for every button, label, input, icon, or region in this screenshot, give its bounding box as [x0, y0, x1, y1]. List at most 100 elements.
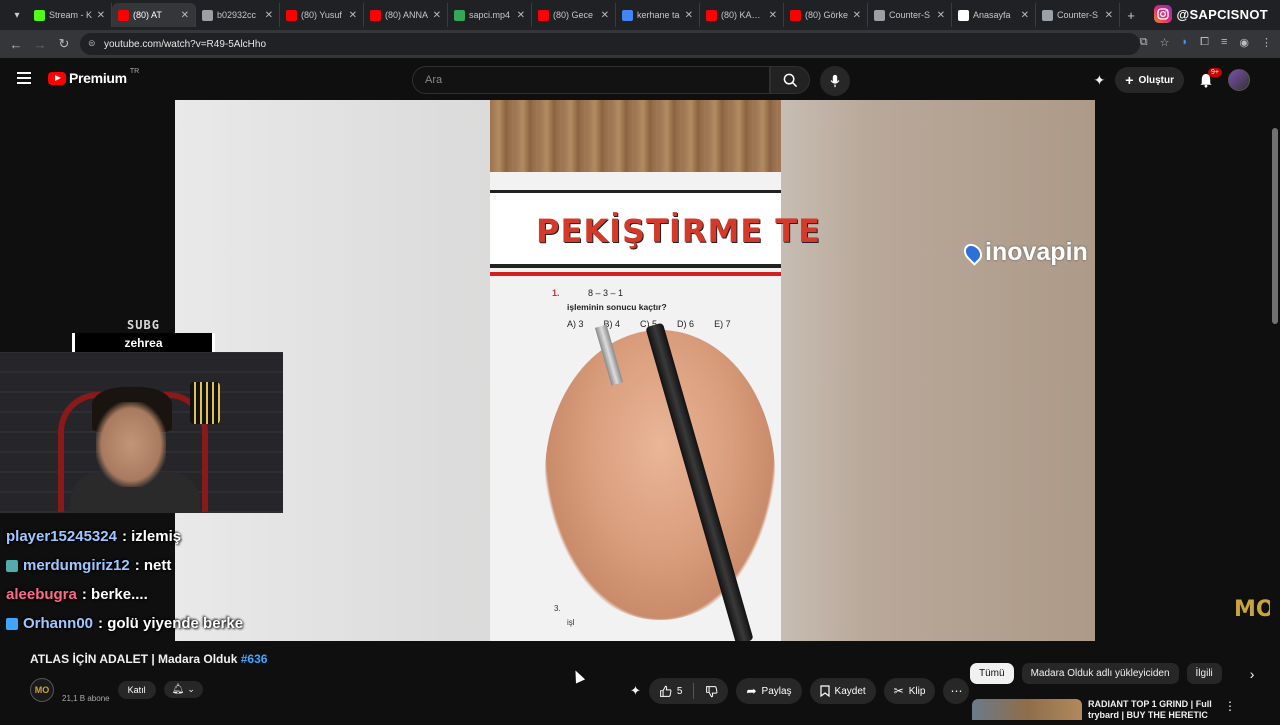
- site-info-icon[interactable]: ⊜: [88, 38, 96, 49]
- question-expression: 8 – 3 – 1: [588, 288, 624, 298]
- tab-close-icon[interactable]: ✕: [853, 10, 861, 21]
- chip-from-uploader[interactable]: Madara Olduk adlı yükleyiciden: [1021, 663, 1179, 684]
- question-number: 1.: [552, 288, 560, 298]
- back-icon[interactable]: ←: [4, 37, 28, 52]
- recommended-thumbnail[interactable]: [972, 699, 1082, 720]
- account-avatar[interactable]: [1228, 69, 1250, 91]
- video-hashtag[interactable]: #636: [241, 652, 268, 666]
- browser-menu-icon[interactable]: ⋮: [1261, 36, 1272, 49]
- browser-tab[interactable]: (80) Görke ✕: [784, 3, 868, 27]
- notifications-button[interactable]: 9+: [1194, 68, 1222, 92]
- tab-close-icon[interactable]: ✕: [769, 10, 777, 21]
- tab-favicon-icon: [1042, 9, 1053, 21]
- youtube-logo[interactable]: Premium TR: [48, 67, 140, 86]
- tab-favicon-icon: [874, 9, 885, 21]
- profile-icon[interactable]: ◉: [1239, 36, 1249, 49]
- video-player[interactable]: PEKİŞTİRME TE 1. 8 – 3 – 1 işleminin son…: [175, 100, 1095, 641]
- subscribed-button[interactable]: 🔔︎ ⌄: [163, 681, 203, 698]
- youtube-play-icon: [48, 71, 66, 85]
- clip-button[interactable]: ✂ Klip: [883, 678, 936, 704]
- more-actions-button[interactable]: ⋯: [943, 678, 970, 704]
- tab-title: Counter-S: [1057, 10, 1099, 20]
- sparkle-icon[interactable]: ✦: [1094, 72, 1106, 89]
- extensions-puzzle-icon[interactable]: ⧠: [1200, 36, 1209, 49]
- share-button[interactable]: ➦ Paylaş: [736, 678, 802, 704]
- chevron-right-icon[interactable]: ›: [1250, 666, 1255, 682]
- tab-close-icon[interactable]: ✕: [1105, 10, 1113, 21]
- voice-search-button[interactable]: [820, 66, 850, 96]
- recommended-video[interactable]: RADIANT TOP 1 GRIND | Full trybard | BUY…: [972, 699, 1262, 720]
- browser-tab[interactable]: sapci.mp4 ✕: [448, 3, 532, 27]
- like-dislike-group: 5: [648, 678, 729, 704]
- media-controls-icon[interactable]: ≡: [1221, 36, 1227, 49]
- sub-goal-label: SUBG: [127, 318, 160, 332]
- tab-close-icon[interactable]: ✕: [1021, 10, 1029, 21]
- question3-text: işl: [567, 618, 575, 627]
- tab-close-icon[interactable]: ✕: [517, 10, 525, 21]
- url-text: youtube.com/watch?v=R49-5AlcHho: [104, 38, 267, 50]
- channel-avatar[interactable]: MO: [30, 677, 54, 702]
- browser-tab[interactable]: kerhane ta ✕: [616, 3, 700, 27]
- browser-tab[interactable]: Anasayfa ✕: [952, 3, 1036, 27]
- browser-tab[interactable]: (80) ANNA ✕: [364, 3, 448, 27]
- tab-title: (80) AT: [133, 10, 162, 20]
- extension-icon[interactable]: ◗: [1182, 36, 1189, 49]
- create-button[interactable]: + Oluştur: [1115, 67, 1184, 93]
- tab-favicon-icon: [706, 9, 717, 21]
- channel-row: MO 21,1 B abone Katıl 🔔︎ ⌄: [30, 676, 203, 703]
- recommended-title[interactable]: RADIANT TOP 1 GRIND | Full trybard | BUY…: [1088, 699, 1218, 720]
- scrollbar-thumb[interactable]: [1272, 128, 1278, 324]
- more-horizontal-icon: ⋯: [950, 684, 963, 698]
- url-field[interactable]: ⊜ youtube.com/watch?v=R49-5AlcHho: [80, 33, 1140, 55]
- search-box: [412, 66, 770, 94]
- browser-tab[interactable]: (80) AT ✕: [112, 3, 196, 27]
- worksheet-title: PEKİŞTİRME TE: [536, 212, 821, 250]
- join-button[interactable]: Katıl: [117, 680, 156, 699]
- save-button[interactable]: Kaydet: [809, 678, 876, 704]
- search-button[interactable]: [770, 66, 810, 94]
- bookmark-star-icon[interactable]: ☆: [1160, 36, 1170, 49]
- browser-tab[interactable]: (80) Yusuf ✕: [280, 3, 364, 27]
- tab-close-icon[interactable]: ✕: [349, 10, 357, 21]
- tab-close-icon[interactable]: ✕: [97, 10, 105, 21]
- browser-tab[interactable]: Counter-S ✕: [1036, 3, 1120, 27]
- browser-tab[interactable]: Stream - K ✕: [28, 3, 112, 27]
- sparkle-ask-icon[interactable]: ✦: [630, 683, 641, 699]
- tab-close-icon[interactable]: ✕: [433, 10, 441, 21]
- new-tab-button[interactable]: +: [1120, 4, 1142, 26]
- tab-title: (80) Görke: [805, 10, 849, 20]
- page-scrollbar[interactable]: [1270, 58, 1280, 720]
- tab-search-icon[interactable]: ▾: [6, 4, 28, 26]
- tab-close-icon[interactable]: ✕: [685, 10, 693, 21]
- tab-close-icon[interactable]: ✕: [265, 10, 273, 21]
- video-title: ATLAS İÇİN ADALET | Madara Olduk #636: [30, 652, 267, 666]
- tab-close-icon[interactable]: ✕: [181, 10, 189, 21]
- instagram-handle: @SAPCISNOT: [1176, 6, 1268, 22]
- more-vertical-icon[interactable]: ⋮: [1224, 699, 1236, 720]
- chat-badge-icon: [6, 617, 18, 630]
- forward-icon[interactable]: →: [28, 37, 52, 52]
- browser-tab[interactable]: (80) KARG ✕: [700, 3, 784, 27]
- create-label: Oluştur: [1138, 74, 1174, 86]
- search-input[interactable]: [425, 74, 769, 86]
- browser-tab[interactable]: b02932cc ✕: [196, 3, 280, 27]
- tab-title: (80) ANNA: [385, 10, 429, 20]
- menu-icon[interactable]: [17, 72, 31, 87]
- region-code: TR: [129, 67, 140, 75]
- like-count: 5: [676, 685, 683, 697]
- chevron-down-icon: ⌄: [187, 684, 195, 694]
- tab-close-icon[interactable]: ✕: [601, 10, 609, 21]
- thumbs-up-icon[interactable]: [659, 685, 672, 698]
- reload-icon[interactable]: ↻: [52, 36, 76, 52]
- tab-favicon-icon: [790, 9, 801, 21]
- tab-close-icon[interactable]: ✕: [937, 10, 945, 21]
- notification-badge: 9+: [1208, 68, 1222, 77]
- install-app-icon[interactable]: ⧉: [1140, 36, 1148, 49]
- browser-tab[interactable]: Counter-S ✕: [868, 3, 952, 27]
- browser-tab[interactable]: (80) Gece ✕: [532, 3, 616, 27]
- chip-all[interactable]: Tümü: [970, 663, 1014, 684]
- sponsor-logo: inovapin: [960, 238, 1088, 267]
- thumbs-down-icon[interactable]: [705, 685, 718, 698]
- chip-related[interactable]: İlgili: [1186, 663, 1222, 684]
- tab-title: (80) KARG: [721, 10, 765, 20]
